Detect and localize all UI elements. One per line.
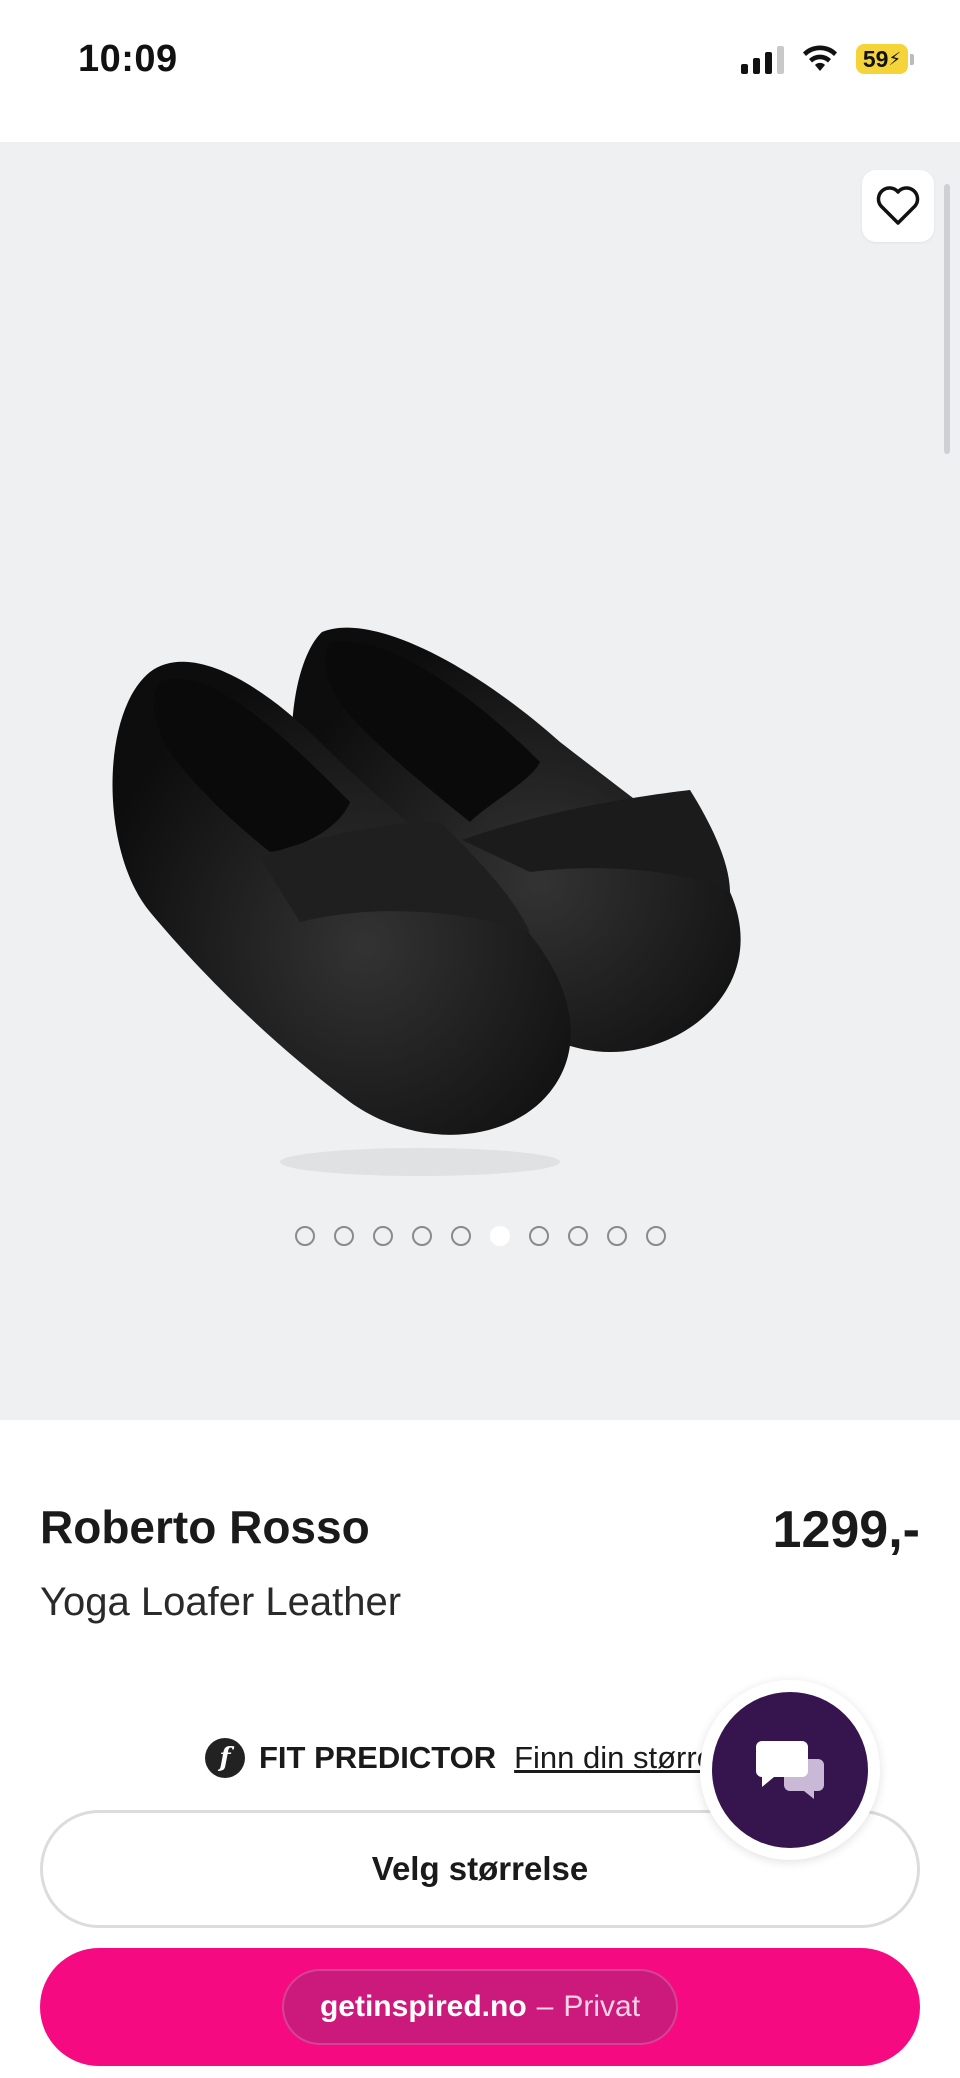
carousel-dot[interactable] [450,1226,471,1246]
status-time: 10:09 [78,38,178,80]
carousel-dot[interactable] [333,1226,354,1246]
carousel-dot[interactable] [606,1226,627,1246]
carousel-dot[interactable] [411,1226,432,1246]
favorite-button[interactable] [862,170,934,242]
carousel-dot[interactable] [489,1226,510,1246]
heart-outline-icon [876,186,920,225]
browser-url-pill[interactable]: getinspired.no – Privat [281,1969,679,2045]
browser-mode: Privat [563,1990,641,2023]
fit-predictor-logo-icon: f [205,1738,245,1778]
browser-domain: getinspired.no [319,1990,527,2023]
signal-icon [741,44,784,74]
fit-predictor: f FIT PREDICTOR Finn din størrelse [205,1738,754,1778]
battery-level: 59 [862,45,889,72]
wifi-icon [803,45,837,71]
add-to-cart-button[interactable]: getinspired.no – Privat [40,1948,920,2066]
loafer-illustration [112,627,741,1176]
browser-separator: – [536,1990,554,2023]
status-bar: 10:09 59 ⚡ [0,0,960,142]
chat-button[interactable] [700,1680,880,1860]
product-price: 1299,- [772,1501,920,1559]
fit-predictor-label: FIT PREDICTOR [259,1740,497,1775]
product-name: Yoga Loafer Leather [40,1580,402,1624]
product-image-gallery[interactable] [0,142,960,1420]
carousel-dot[interactable] [567,1226,588,1246]
carousel-dots[interactable] [0,1226,960,1246]
carousel-dot[interactable] [294,1226,315,1246]
carousel-dot[interactable] [645,1226,666,1246]
battery-icon: 59 ⚡ [856,44,914,74]
scroll-indicator[interactable] [944,184,950,454]
status-icons: 59 ⚡ [741,44,914,74]
select-size-label: Velg størrelse [371,1850,589,1887]
product-brand[interactable]: Roberto Rosso [40,1500,370,1554]
product-image [90,622,890,1327]
carousel-dot[interactable] [372,1226,393,1246]
chat-button-circle [712,1692,868,1848]
chat-bubbles-icon [756,1741,824,1799]
carousel-dot[interactable] [528,1226,549,1246]
